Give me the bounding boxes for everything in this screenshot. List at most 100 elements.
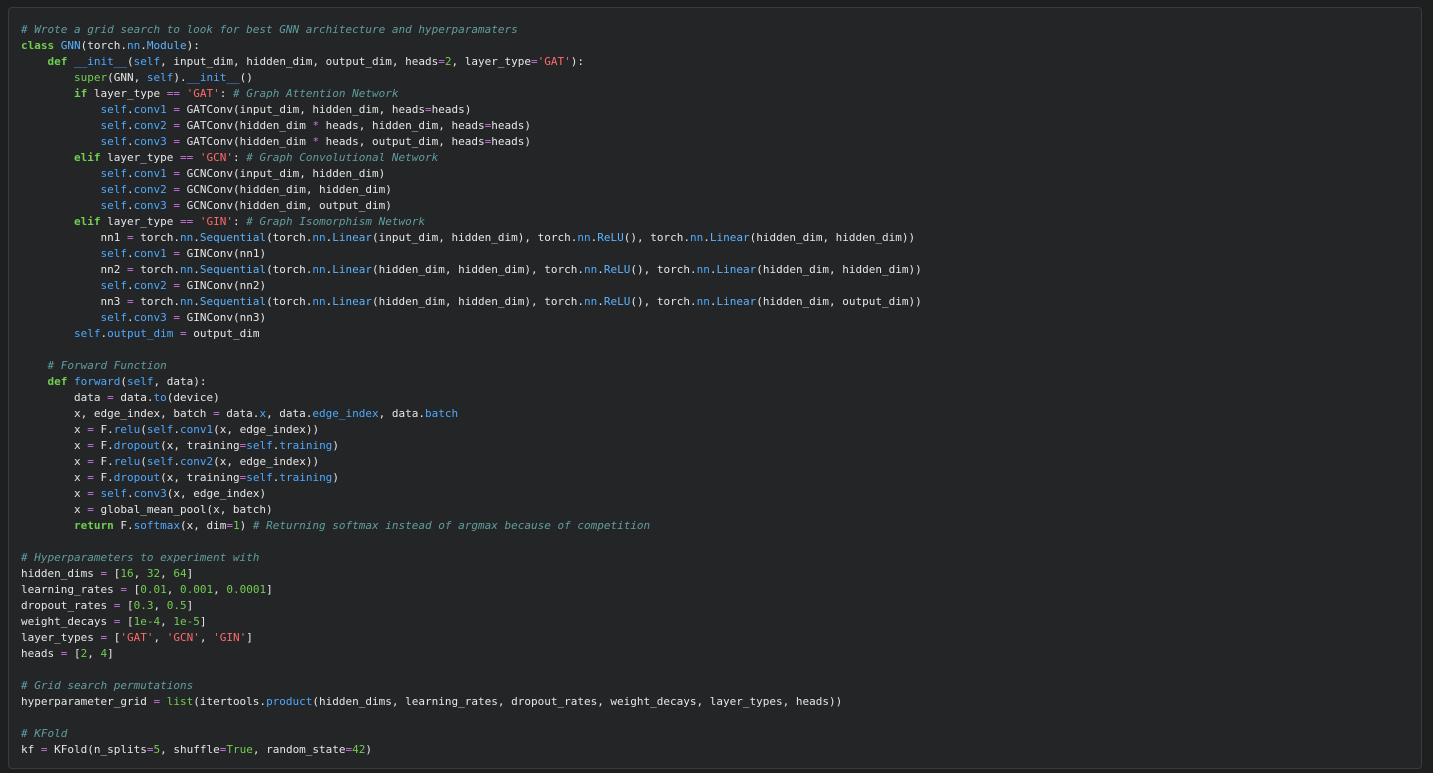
code-token-plain: .: [126, 311, 134, 324]
code-token-plain: (torch.: [80, 39, 127, 52]
code-token-plain: ]: [199, 615, 207, 628]
code-token-plain: ): [332, 439, 339, 452]
code-token-self: self: [100, 119, 127, 132]
code-token-builtin: super: [73, 71, 108, 84]
code-token-op: =: [40, 743, 48, 756]
code-token-plain: torch.: [133, 231, 180, 244]
code-line: def __init__(self, input_dim, hidden_dim…: [21, 54, 922, 70]
code-token-plain: , random_state: [252, 743, 346, 756]
code-token-op: =: [173, 279, 180, 292]
code-token-cls: Linear: [332, 295, 373, 308]
code-token-attr: conv2: [133, 119, 167, 132]
code-token-plain: ):: [186, 39, 200, 52]
code-token-attr: nn: [179, 295, 194, 308]
code-token-fn: product: [266, 695, 313, 708]
code-token-op: =: [531, 55, 538, 68]
code-line: self.conv3 = GATConv(hidden_dim * heads,…: [21, 134, 922, 150]
code-token-num: 64: [173, 567, 187, 580]
code-token-plain: [: [67, 647, 81, 660]
code-token-str: 'GIN': [213, 631, 247, 644]
code-token-plain: .: [126, 135, 134, 148]
code-token-fn: relu: [113, 455, 141, 468]
code-token-plain: , input_dim, hidden_dim, output_dim, hea…: [160, 55, 439, 68]
code-token-plain: (torch.: [266, 231, 313, 244]
code-line: # Grid search permutations: [21, 678, 922, 694]
code-token-plain: .: [126, 199, 134, 212]
code-line: data = data.to(device): [21, 390, 922, 406]
code-token-num: 0.001: [179, 583, 214, 596]
code-token-cls: Linear: [709, 231, 750, 244]
code-line: x = F.dropout(x, training=self.training): [21, 470, 922, 486]
code-token-plain: global_mean_pool(x, batch): [93, 503, 273, 516]
code-token-plain: (): [239, 71, 253, 84]
code-line: weight_decays = [1e-4, 1e-5]: [21, 614, 922, 630]
code-token-num: 1e-5: [173, 615, 200, 628]
code-line: # KFold: [21, 726, 922, 742]
code-token-comment: # Forward Function: [47, 359, 167, 372]
code-token-attr: nn: [312, 295, 326, 308]
code-token-kw: def: [47, 375, 68, 388]
code-token-fn: conv2: [179, 455, 214, 468]
code-token-op: =: [173, 167, 180, 180]
code-token-plain: .: [126, 183, 134, 196]
code-token-comment: # Graph Convolutional Network: [246, 151, 439, 164]
code-cell[interactable]: # Wrote a grid search to look for best G…: [8, 7, 1422, 769]
code-token-num: 32: [146, 567, 161, 580]
code-token-plain: .: [126, 119, 134, 132]
code-line: x = F.relu(self.conv2(x, edge_index)): [21, 454, 922, 470]
code-token-fn: __init__: [74, 55, 127, 68]
code-token-plain: ]: [186, 567, 194, 580]
code-token-plain: , shuffle: [160, 743, 220, 756]
code-token-plain: KFold(n_splits: [47, 743, 147, 756]
code-token-self: self: [246, 471, 273, 484]
code-token-self: self: [100, 199, 127, 212]
code-token-cls: Sequential: [199, 231, 267, 244]
code-token-attr: conv3: [133, 135, 167, 148]
code-token-plain: .: [126, 247, 134, 260]
code-editor[interactable]: # Wrote a grid search to look for best G…: [21, 22, 922, 758]
code-token-op: =: [87, 503, 94, 516]
code-token-kw: return: [73, 519, 114, 532]
code-token-kw: def: [47, 55, 68, 68]
code-token-kw: elif: [73, 215, 101, 228]
code-token-attr: edge_index: [312, 407, 379, 420]
code-token-plain: layer_type: [100, 151, 180, 164]
code-line: # Hyperparameters to experiment with: [21, 550, 922, 566]
code-token-str: 'GCN': [166, 631, 200, 644]
code-line: self.conv1 = GCNConv(input_dim, hidden_d…: [21, 166, 922, 182]
code-token-fn: relu: [113, 423, 141, 436]
code-token-op: =: [87, 439, 94, 452]
code-line: self.conv1 = GATConv(input_dim, hidden_d…: [21, 102, 922, 118]
code-token-num: 16: [120, 567, 134, 580]
code-token-kw: elif: [73, 151, 101, 164]
code-token-attr: output_dim: [107, 327, 174, 340]
code-token-self: self: [100, 183, 127, 196]
code-token-fn: to: [153, 391, 167, 404]
code-token-plain: .: [597, 295, 604, 308]
code-token-plain: ): [239, 519, 253, 532]
code-token-plain: ,: [166, 583, 180, 596]
code-token-plain: (hidden_dim, hidden_dim), torch.: [372, 263, 584, 276]
code-token-op: =: [173, 103, 180, 116]
code-token-op: =: [173, 183, 180, 196]
code-token-fn: dropout: [113, 471, 161, 484]
code-token-attr: training: [279, 439, 333, 452]
code-token-plain: GATConv(input_dim, hidden_dim, heads: [179, 103, 426, 116]
code-token-attr: nn: [577, 231, 591, 244]
code-token-plain: (torch.: [266, 263, 313, 276]
code-token-cls: Sequential: [199, 263, 267, 276]
code-token-cls: Linear: [332, 263, 373, 276]
code-token-plain: ]: [186, 599, 194, 612]
code-token-plain: (), torch.: [630, 295, 697, 308]
code-token-plain: (x, edge_index)): [213, 455, 320, 468]
code-token-plain: (x, edge_index)): [213, 423, 320, 436]
code-line: class GNN(torch.nn.Module):: [21, 38, 922, 54]
code-line: if layer_type == 'GAT': # Graph Attentio…: [21, 86, 922, 102]
